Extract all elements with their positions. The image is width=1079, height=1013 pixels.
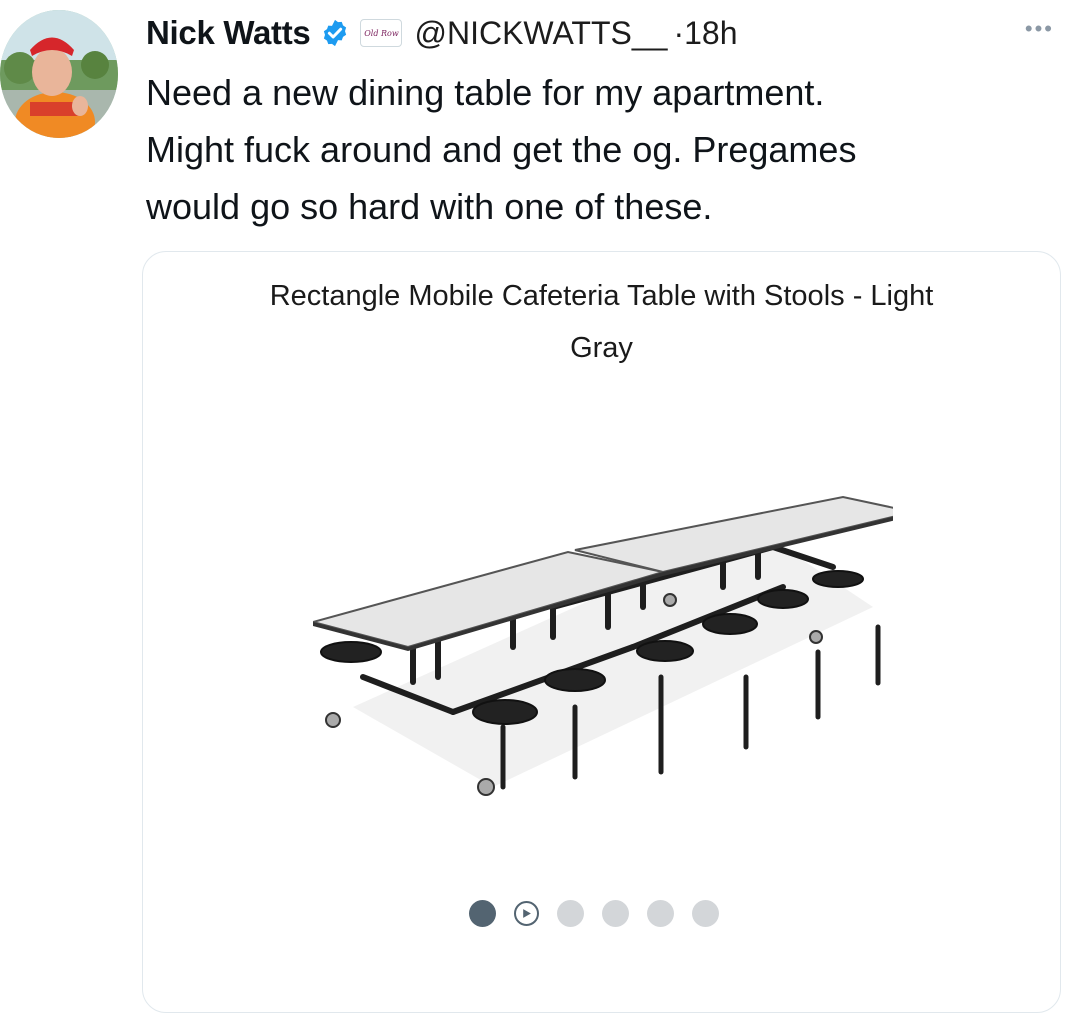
product-title-line: Gray xyxy=(570,332,633,364)
pager-dot[interactable] xyxy=(647,900,674,927)
author-avatar[interactable] xyxy=(0,10,118,138)
play-icon[interactable] xyxy=(514,901,539,926)
media-pager xyxy=(469,900,719,927)
verified-badge-icon xyxy=(320,18,350,48)
affiliate-badge[interactable]: Old Row xyxy=(360,19,403,47)
pager-dot[interactable] xyxy=(557,900,584,927)
tweet-header: Nick Watts Old Row @NICKWATTS__ · 18h xyxy=(146,8,737,58)
product-image[interactable] xyxy=(313,487,893,807)
pager-dot-active[interactable] xyxy=(469,900,496,927)
tweet-text: Need a new dining table for my apartment… xyxy=(146,64,1046,235)
tweet-text-line: would go so hard with one of these. xyxy=(146,186,713,227)
product-title-line: Rectangle Mobile Cafeteria Table with St… xyxy=(269,280,934,312)
author-handle[interactable]: @NICKWATTS__ xyxy=(414,15,667,52)
tweet-timestamp[interactable]: 18h xyxy=(684,15,737,52)
pager-dot[interactable] xyxy=(692,900,719,927)
tweet-text-line: Need a new dining table for my apartment… xyxy=(146,72,825,113)
media-card[interactable]: Rectangle Mobile Cafeteria Table with St… xyxy=(142,251,1061,1013)
pager-dot[interactable] xyxy=(602,900,629,927)
author-name[interactable]: Nick Watts xyxy=(146,14,311,52)
product-title: Rectangle Mobile Cafeteria Table with St… xyxy=(143,270,1060,374)
tweet-text-line: Might fuck around and get the og. Pregam… xyxy=(146,129,857,170)
more-options-icon[interactable]: ••• xyxy=(1025,16,1054,42)
separator-dot: · xyxy=(673,14,685,51)
